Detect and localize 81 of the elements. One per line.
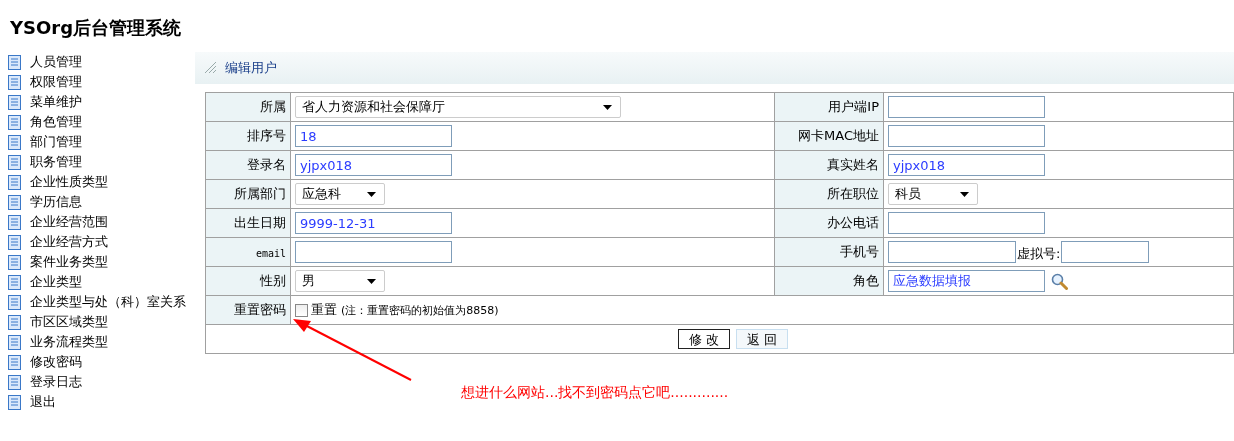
document-icon xyxy=(8,354,21,370)
text-field[interactable] xyxy=(1061,241,1150,263)
note-text: (注：重置密码的初始值为8858) xyxy=(341,303,499,317)
sidebar-link[interactable]: 业务流程类型 xyxy=(30,333,108,351)
field-label: 性别 xyxy=(260,273,286,288)
form-button[interactable]: 返 回 xyxy=(735,329,788,349)
annotation-text: 想进什么网站...找不到密码点它吧............. xyxy=(461,384,729,402)
sidebar-link[interactable]: 案件业务类型 xyxy=(30,253,108,271)
document-icon xyxy=(8,174,21,190)
document-icon xyxy=(8,154,21,170)
sidebar-link[interactable]: 人员管理 xyxy=(30,53,82,71)
caret-icon xyxy=(603,104,612,110)
search-icon[interactable] xyxy=(1051,272,1068,290)
sidebar-link[interactable]: 权限管理 xyxy=(30,73,82,91)
field-label: 虚拟号: xyxy=(1017,246,1061,261)
dropdown[interactable]: 省人力资源和社会保障厅 xyxy=(295,96,621,118)
text-field[interactable] xyxy=(888,125,1045,147)
field-label: email xyxy=(255,247,286,259)
caret-icon xyxy=(367,278,376,284)
sidebar-link[interactable]: 企业类型 xyxy=(30,273,82,291)
document-icon xyxy=(8,374,21,390)
sidebar-link[interactable]: 学历信息 xyxy=(30,193,82,211)
form-button[interactable]: 修 改 xyxy=(677,329,730,349)
document-icon xyxy=(8,254,21,270)
document-icon xyxy=(8,314,21,330)
document-icon xyxy=(8,274,21,290)
document-icon xyxy=(8,294,21,310)
dropdown[interactable]: 科员 xyxy=(888,183,978,205)
document-icon xyxy=(8,234,21,250)
text-field[interactable]: yjpx018 xyxy=(295,154,452,176)
caret-icon xyxy=(960,191,969,197)
checkbox-label: 重置 xyxy=(311,301,337,319)
field-label: 所属 xyxy=(260,99,286,114)
field-label: 网卡MAC地址 xyxy=(798,128,879,143)
sidebar-link[interactable]: 企业经营范围 xyxy=(30,213,108,231)
sidebar-link[interactable]: 菜单维护 xyxy=(30,93,82,111)
document-icon xyxy=(8,194,21,210)
field-label: 登录名 xyxy=(247,157,286,172)
text-field[interactable]: 应急数据填报 xyxy=(888,270,1045,292)
text-field[interactable]: yjpx018 xyxy=(888,154,1045,176)
text-field[interactable] xyxy=(888,241,1016,263)
document-icon xyxy=(8,114,21,130)
text-field[interactable]: 9999-12-31 xyxy=(295,212,452,234)
sidebar-link[interactable]: 企业性质类型 xyxy=(30,173,108,191)
field-label: 出生日期 xyxy=(234,215,286,230)
panel-title: 编辑用户 xyxy=(225,59,277,77)
document-icon xyxy=(8,394,21,410)
document-icon xyxy=(8,94,21,110)
text-field[interactable]: 18 xyxy=(295,125,452,147)
hatch-icon xyxy=(205,62,217,74)
sidebar-link[interactable]: 职务管理 xyxy=(30,153,82,171)
field-label: 重置密码 xyxy=(234,302,286,317)
sidebar-link[interactable]: 企业类型与处（科）室关系 xyxy=(30,293,186,311)
caret-icon xyxy=(367,191,376,197)
field-label: 角色 xyxy=(853,273,879,288)
sidebar-link[interactable]: 角色管理 xyxy=(30,113,82,131)
field-label: 用户端IP xyxy=(828,99,879,114)
field-label: 真实姓名 xyxy=(827,157,879,172)
field-label: 所属部门 xyxy=(234,186,286,201)
sidebar-link[interactable]: 部门管理 xyxy=(30,133,82,151)
text-field[interactable] xyxy=(888,96,1045,118)
document-icon xyxy=(8,334,21,350)
field-label: 排序号 xyxy=(247,128,286,143)
text-field[interactable] xyxy=(888,212,1045,234)
checkbox[interactable] xyxy=(295,303,308,317)
sidebar-link[interactable]: 修改密码 xyxy=(30,353,82,371)
app-title: YSOrg后台管理系统 xyxy=(9,16,183,40)
sidebar-link[interactable]: 企业经营方式 xyxy=(30,233,108,251)
sidebar-link[interactable]: 市区区域类型 xyxy=(30,313,108,331)
sidebar-link[interactable]: 退出 xyxy=(30,393,56,411)
document-icon xyxy=(8,74,21,90)
document-icon xyxy=(8,214,21,230)
document-icon xyxy=(8,54,21,70)
field-label: 手机号 xyxy=(840,244,879,259)
field-label: 办公电话 xyxy=(827,215,879,230)
text-field[interactable] xyxy=(295,241,452,263)
field-label: 所在职位 xyxy=(827,186,879,201)
dropdown[interactable]: 男 xyxy=(295,270,385,292)
document-icon xyxy=(8,134,21,150)
dropdown[interactable]: 应急科 xyxy=(295,183,385,205)
sidebar-link[interactable]: 登录日志 xyxy=(30,373,82,391)
